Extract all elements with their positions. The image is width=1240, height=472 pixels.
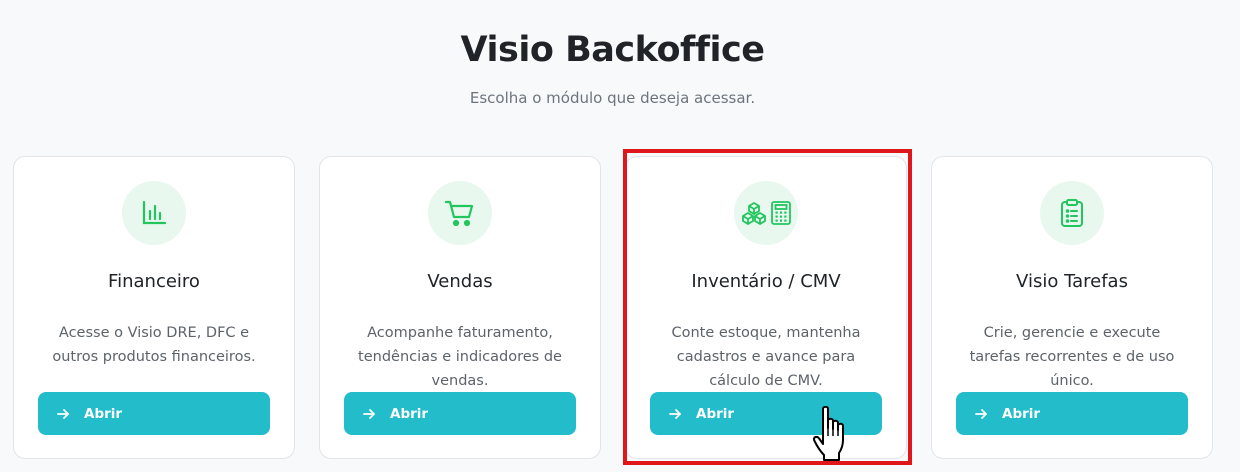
- module-card-financeiro: Financeiro Acesse o Visio DRE, DFC e out…: [13, 156, 295, 459]
- arrow-right-icon: [363, 408, 375, 419]
- arrow-right-icon: [669, 408, 681, 419]
- card-title: Financeiro: [108, 271, 200, 292]
- card-description: Acesse o Visio DRE, DFC e outros produto…: [52, 325, 256, 365]
- card-title: Inventário / CMV: [691, 271, 841, 292]
- hand-pointer-cursor-icon: [812, 406, 844, 461]
- arrow-right-icon: [975, 408, 987, 419]
- shopping-cart-icon: [428, 181, 492, 245]
- calculator-icon: [770, 201, 791, 225]
- module-card-vendas: Vendas Acompanhe faturamento, tendências…: [319, 156, 601, 459]
- page-subtitle: Escolha o módulo que deseja acessar.: [469, 89, 756, 107]
- open-button-label: Abrir: [1002, 405, 1041, 422]
- module-card-tarefas: Visio Tarefas Crie, gerencie e execute t…: [931, 156, 1213, 459]
- boxes-calculator-icon: [734, 181, 798, 245]
- card-description: Acompanhe faturamento, tendências e indi…: [358, 325, 562, 389]
- arrow-right-icon: [57, 408, 69, 419]
- open-button-label: Abrir: [84, 405, 123, 422]
- bar-chart-icon: [122, 181, 186, 245]
- card-description: Crie, gerencie e execute tarefas recorre…: [969, 325, 1175, 389]
- boxes-icon: [741, 202, 766, 225]
- open-button-label: Abrir: [390, 405, 429, 422]
- open-vendas-button[interactable]: Abrir: [344, 392, 576, 435]
- card-title: Visio Tarefas: [1016, 271, 1128, 292]
- open-financeiro-button[interactable]: Abrir: [38, 392, 270, 435]
- card-title: Vendas: [427, 271, 493, 292]
- page-title: Visio Backoffice: [460, 30, 765, 70]
- open-button-label: Abrir: [696, 405, 735, 422]
- card-description: Conte estoque, mantenha cadastros e avan…: [671, 325, 861, 389]
- module-card-inventario: Inventário / CMV Conte estoque, mantenha…: [625, 156, 907, 459]
- open-tarefas-button[interactable]: Abrir: [956, 392, 1188, 435]
- clipboard-list-icon: [1040, 181, 1104, 245]
